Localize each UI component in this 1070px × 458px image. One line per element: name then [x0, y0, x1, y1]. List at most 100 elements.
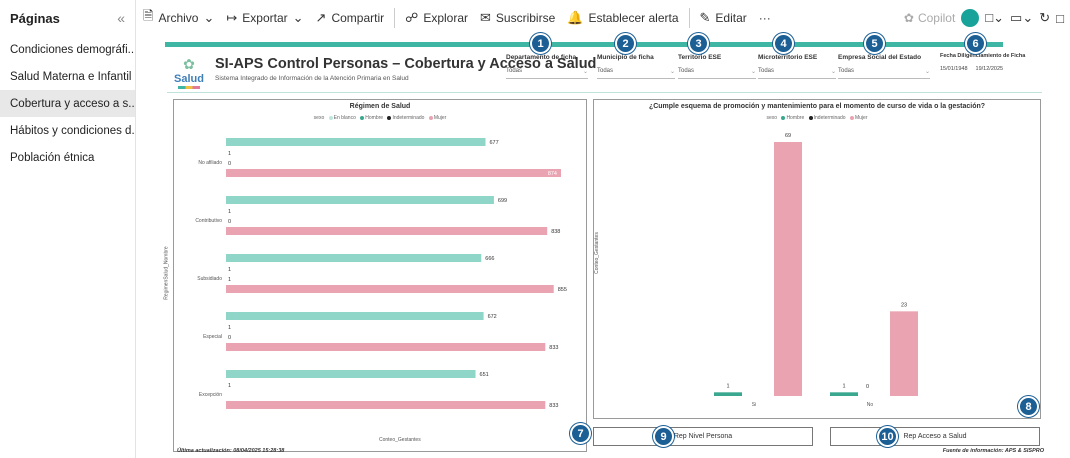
- data-label: 1: [842, 383, 845, 389]
- category-tick-label: Subsidiado: [197, 276, 222, 282]
- data-label: 0: [228, 161, 231, 167]
- file-label: Archivo: [158, 11, 199, 25]
- report-canvas: ✿ Salud SI-APS Control Personas – Cobert…: [137, 33, 1070, 458]
- pages-header: Páginas «: [0, 0, 135, 36]
- filter-value: Todas: [678, 68, 695, 74]
- pencil-icon: ✎: [699, 10, 711, 25]
- chevron-down-icon: ⌄: [292, 10, 304, 25]
- bar-hombre: [226, 370, 476, 378]
- edit-label: Editar: [715, 11, 747, 25]
- chart-plot: No afiliado 677 1 0 874 Contributivo 699 1 0 838 S…: [195, 138, 567, 409]
- collapse-pages-icon[interactable]: «: [117, 10, 125, 26]
- subscribe-button[interactable]: ✉ Suscribirse: [474, 0, 561, 36]
- report-subtitle: Sistema Integrado de Información de la A…: [215, 75, 409, 82]
- x-axis-label: Conteo_Gestantes: [379, 437, 421, 443]
- category-tick-label: Especial: [203, 334, 222, 340]
- filter-label: Departamento de ficha: [506, 54, 577, 61]
- data-label: 1: [228, 383, 231, 389]
- filter-label: Municipio de ficha: [597, 54, 654, 61]
- rep-acceso-salud-button[interactable]: Rep Acceso a Salud: [830, 427, 1040, 446]
- callout-badge: 8: [1018, 396, 1039, 417]
- data-label: 1: [228, 151, 231, 157]
- edit-button[interactable]: ✎ Editar: [694, 0, 753, 36]
- filter-territorio[interactable]: Territorio ESE Todas ⌄: [678, 54, 756, 86]
- bar-mujer: [890, 311, 918, 396]
- data-label: 666: [485, 256, 494, 262]
- callout-badge: 2: [615, 33, 636, 54]
- copilot-label: Copilot: [917, 11, 956, 25]
- filter-value: Todas: [597, 68, 614, 74]
- data-label: 0: [866, 384, 869, 390]
- rep-nivel-persona-button[interactable]: Rep Nivel Persona: [593, 427, 813, 446]
- regimen-salud-chart[interactable]: Régimen de Salud sexo En blanco Hombre I…: [164, 99, 587, 452]
- data-label: 651: [480, 372, 489, 378]
- more-options-button[interactable]: ···: [753, 0, 777, 36]
- view-icon[interactable]: ▭⌄: [1010, 10, 1033, 26]
- page-item-salud-materna[interactable]: Salud Materna e Infantil: [0, 63, 135, 90]
- chart-plot: 1 69 Si 1 0 23 No: [714, 133, 918, 408]
- chevron-down-icon: ⌄: [669, 69, 675, 75]
- page-item-cobertura[interactable]: Cobertura y acceso a s...: [0, 90, 135, 117]
- explore-label: Explorar: [423, 11, 468, 25]
- callout-badge: 1: [530, 33, 551, 54]
- bar-hombre: [714, 392, 742, 396]
- data-label: 1: [228, 267, 231, 273]
- copilot-button[interactable]: ✿ Copilot: [904, 11, 955, 25]
- filter-select[interactable]: Todas ⌄: [597, 68, 675, 79]
- filter-municipio[interactable]: Municipio de ficha Todas ⌄: [597, 54, 675, 86]
- export-menu[interactable]: ↦ Exportar ⌄: [220, 0, 309, 36]
- explore-button[interactable]: ☍ Explorar: [399, 0, 474, 36]
- subscribe-icon: ✉: [480, 10, 491, 25]
- data-source-text: Fuente de información: APS & SISPRO: [942, 448, 1044, 454]
- filter-select[interactable]: Todas ⌄: [838, 68, 930, 79]
- toolbar-divider: [394, 8, 396, 28]
- filter-microterritorio[interactable]: Microterritorio ESE Todas ⌄: [758, 54, 836, 86]
- data-label: 1: [726, 383, 729, 389]
- share-button[interactable]: ↗ Compartir: [310, 0, 391, 36]
- callout-badge: 9: [653, 426, 674, 447]
- data-label: 833: [549, 403, 558, 409]
- filter-label: Territorio ESE: [678, 54, 722, 61]
- leaf-icon: ✿: [183, 56, 195, 72]
- esquema-promocion-chart[interactable]: ¿Cumple esquema de promoción y mantenimi…: [593, 99, 1041, 419]
- share-icon: ↗: [315, 10, 327, 25]
- chevron-down-icon: ⌄: [582, 69, 588, 75]
- page-item-poblacion-etnica[interactable]: Población étnica: [0, 144, 135, 171]
- data-label: 672: [488, 314, 497, 320]
- page-item-condiciones[interactable]: Condiciones demográfi...: [0, 36, 135, 63]
- filter-select[interactable]: Todas ⌄: [758, 68, 836, 79]
- category-tick-label: Contributivo: [195, 218, 222, 224]
- bar-mujer: [226, 169, 561, 177]
- data-label: 23: [901, 302, 907, 308]
- file-menu[interactable]: 🗎 Archivo ⌄: [137, 0, 220, 36]
- data-label: 699: [498, 198, 507, 204]
- filter-empresa-social[interactable]: Empresa Social del Estado Todas ⌄: [838, 54, 930, 86]
- set-alert-button[interactable]: 🔔 Establecer alerta: [561, 0, 684, 36]
- reload-icon[interactable]: ↻: [1039, 10, 1050, 26]
- chevron-down-icon: ⌄: [203, 10, 215, 25]
- filter-departamento[interactable]: Departamento de ficha Todas ⌄: [506, 54, 588, 86]
- filter-value: Todas: [506, 68, 523, 74]
- data-label: 0: [228, 335, 231, 341]
- callout-badge: 3: [688, 33, 709, 54]
- logo-text: Salud: [174, 73, 204, 85]
- export-icon: ↦: [226, 10, 238, 25]
- copilot-icon: ✿: [903, 11, 914, 25]
- data-label: 1: [228, 277, 231, 283]
- date-from-input[interactable]: 15/01/1948: [940, 66, 968, 72]
- page-item-habitos[interactable]: Hábitos y condiciones d...: [0, 117, 135, 144]
- category-tick-label: Si: [752, 402, 756, 408]
- data-label: 1: [228, 209, 231, 215]
- bar-hombre: [226, 254, 482, 262]
- filter-select[interactable]: Todas ⌄: [506, 68, 588, 79]
- date-range-filter[interactable]: Fecha Diligenciamiento de Ficha 15/01/19…: [940, 53, 1040, 72]
- date-range-row: 15/01/1948 19/12/2025: [940, 66, 1040, 72]
- bookmark-icon[interactable]: □⌄: [985, 10, 1004, 26]
- bar-hombre: [830, 392, 858, 396]
- category-tick-label: No afiliado: [198, 160, 222, 166]
- pages-title: Páginas: [10, 10, 60, 26]
- filter-select[interactable]: Todas ⌄: [678, 68, 756, 79]
- refresh-visual-icon[interactable]: [961, 9, 980, 27]
- date-to-input[interactable]: 19/12/2025: [976, 66, 1004, 72]
- comment-icon[interactable]: □: [1056, 11, 1064, 26]
